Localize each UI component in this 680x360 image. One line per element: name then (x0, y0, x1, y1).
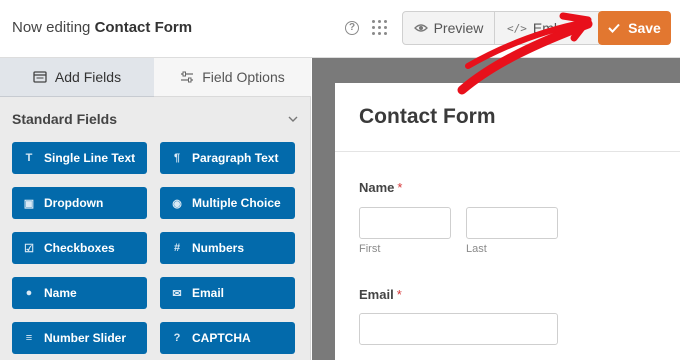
field-paragraph-text[interactable]: ¶ Paragraph Text (160, 142, 295, 174)
chevron-down-icon[interactable] (288, 116, 298, 123)
tab-field-options-label: Field Options (202, 69, 285, 85)
field-label: Name (44, 286, 77, 300)
field-label: Number Slider (44, 331, 127, 345)
field-captcha[interactable]: ? CAPTCHA (160, 322, 295, 354)
standard-fields-header[interactable]: Standard Fields (12, 111, 298, 127)
last-sublabel: Last (466, 243, 487, 255)
field-dropdown[interactable]: ▣ Dropdown (12, 187, 147, 219)
field-number-slider[interactable]: ≡ Number Slider (12, 322, 147, 354)
preview-label: Preview (433, 20, 484, 36)
tab-add-fields[interactable]: Add Fields (0, 58, 154, 97)
tab-field-options[interactable]: Field Options (154, 58, 311, 97)
embed-button[interactable]: </> Embed (495, 12, 601, 44)
email-input[interactable] (359, 313, 558, 345)
first-sublabel: First (359, 243, 381, 255)
tab-add-fields-label: Add Fields (54, 69, 122, 85)
check-icon (608, 23, 620, 33)
title-prefix: Now editing (12, 19, 91, 36)
email-field-label[interactable]: Email * (359, 287, 402, 302)
required-marker: * (397, 180, 403, 195)
sliders-icon (181, 71, 194, 83)
apps-grid-icon[interactable] (372, 20, 388, 36)
name-label-text: Name (359, 180, 395, 195)
name-field-label[interactable]: Name * (359, 180, 402, 195)
add-fields-icon (33, 71, 47, 83)
form-preview-title: Contact Form (359, 105, 496, 128)
field-numbers[interactable]: # Numbers (160, 232, 295, 264)
field-email[interactable]: ✉ Email (160, 277, 295, 309)
help-icon[interactable]: ? (345, 21, 359, 35)
panel-tabs: Add Fields Field Options (0, 58, 311, 97)
editing-title: Now editing Contact Form (12, 19, 192, 36)
slider-icon: ≡ (25, 332, 33, 344)
field-single-line-text[interactable]: T Single Line Text (12, 142, 147, 174)
save-label: Save (628, 20, 661, 36)
text-cursor-icon: T (25, 152, 33, 164)
paragraph-icon: ¶ (173, 152, 181, 164)
field-label: Paragraph Text (192, 151, 279, 165)
top-bar: Now editing Contact Form ? Preview </> E… (0, 0, 680, 58)
save-button[interactable]: Save (598, 11, 671, 45)
form-divider (335, 151, 680, 152)
code-icon: </> (507, 21, 527, 35)
section-title: Standard Fields (12, 111, 118, 127)
dropdown-icon: ▣ (23, 197, 35, 210)
field-label: Numbers (192, 241, 245, 255)
hash-icon: # (173, 242, 181, 254)
field-checkboxes[interactable]: ☑ Checkboxes (12, 232, 147, 264)
required-marker: * (396, 287, 402, 302)
radio-icon: ◉ (172, 197, 182, 210)
field-label: Checkboxes (44, 241, 115, 255)
email-label-text: Email (359, 287, 394, 302)
field-multiple-choice[interactable]: ◉ Multiple Choice (160, 187, 295, 219)
field-label: Email (192, 286, 225, 300)
last-name-input[interactable] (466, 207, 558, 239)
field-label: Dropdown (44, 196, 104, 210)
checkbox-icon: ☑ (24, 242, 34, 255)
field-label: Multiple Choice (192, 196, 281, 210)
user-icon: ● (25, 287, 33, 299)
form-name: Contact Form (94, 19, 193, 36)
first-name-input[interactable] (359, 207, 451, 239)
embed-label: Embed (532, 20, 578, 36)
field-label: Single Line Text (44, 151, 136, 165)
question-circle-icon: ? (173, 332, 181, 344)
envelope-icon: ✉ (172, 287, 182, 300)
preview-button[interactable]: Preview (403, 12, 495, 44)
preview-embed-group: Preview </> Embed (402, 11, 602, 45)
field-label: CAPTCHA (192, 331, 251, 345)
eye-icon (413, 24, 428, 32)
field-name[interactable]: ● Name (12, 277, 147, 309)
